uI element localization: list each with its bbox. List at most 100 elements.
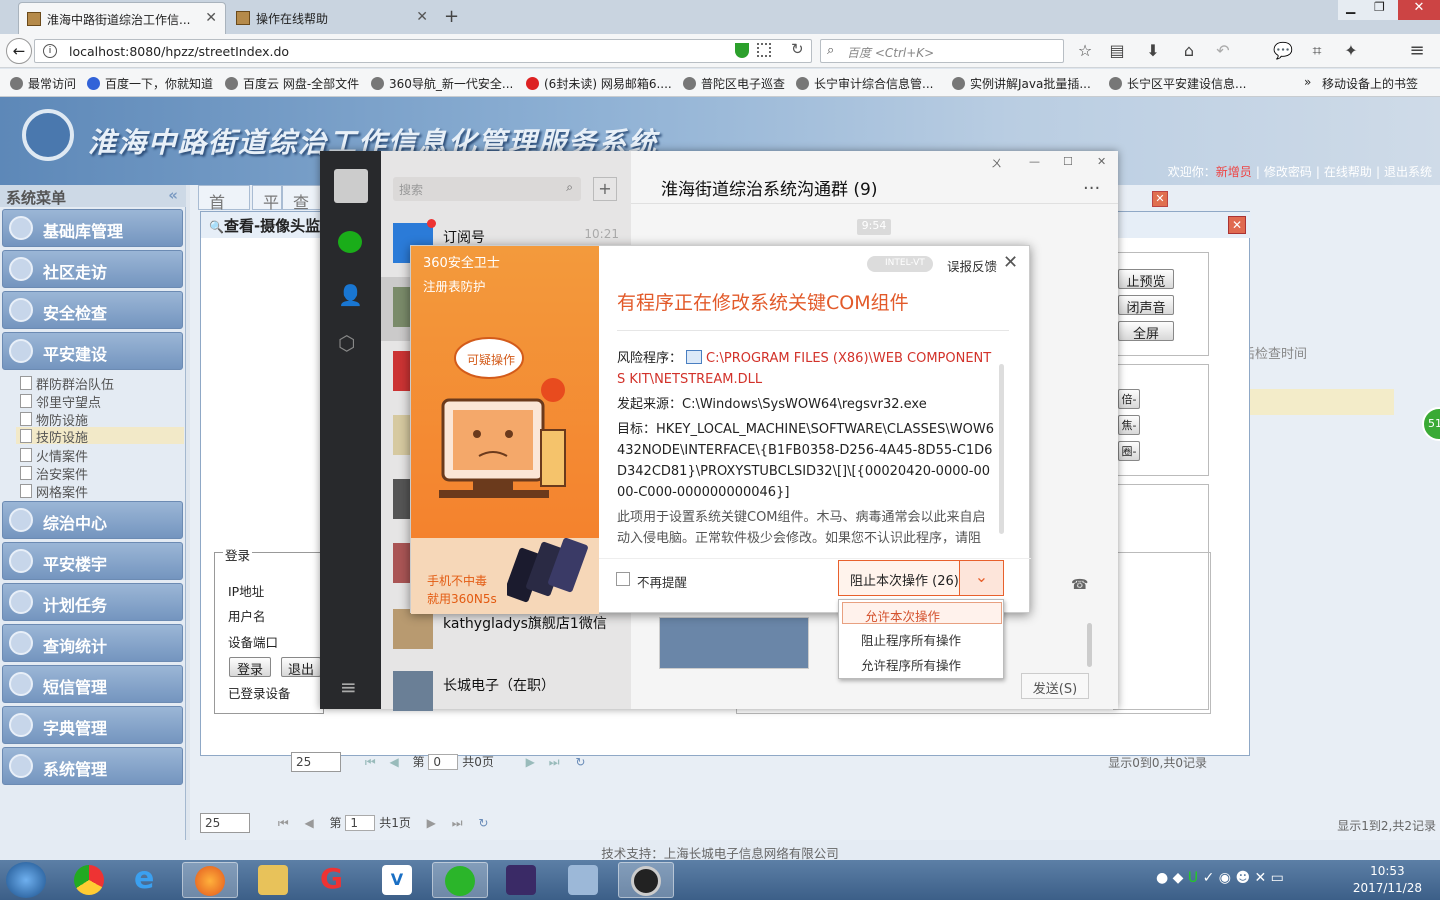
- wechat-search-input[interactable]: 搜索 ⌕: [393, 177, 581, 201]
- tab-home[interactable]: 首页: [198, 185, 250, 236]
- page-number-input[interactable]: 1: [345, 815, 376, 831]
- first-page-icon[interactable]: ⏮: [278, 816, 289, 830]
- more-icon[interactable]: ...: [1083, 173, 1100, 194]
- tab-peace[interactable]: 平: [252, 185, 282, 212]
- logout-link[interactable]: 退出系统: [1384, 165, 1432, 179]
- menu-safe-buildings[interactable]: 平安楼宇: [2, 542, 183, 580]
- menu-query-stats[interactable]: 查询统计: [2, 624, 183, 662]
- tab-online-help[interactable]: 操作在线帮助 ✕: [228, 2, 436, 34]
- taskbar-chrome[interactable]: [62, 862, 118, 898]
- download-icon[interactable]: ⬇: [1142, 40, 1164, 62]
- change-password-link[interactable]: 修改密码: [1264, 165, 1312, 179]
- menu-peace-building[interactable]: 平安建设: [2, 332, 183, 370]
- page-number-input[interactable]: 0: [428, 754, 459, 770]
- pin-icon[interactable]: ㄨ: [991, 155, 1002, 171]
- minimize-icon[interactable]: —: [1029, 155, 1040, 168]
- menu-item-allow-all[interactable]: 允许程序所有操作: [839, 652, 1005, 674]
- refresh-icon[interactable]: ↻: [478, 816, 488, 830]
- chat-icon[interactable]: [338, 231, 362, 253]
- favorites-icon[interactable]: ⬡: [338, 331, 355, 355]
- bookmark-item[interactable]: 长宁区平安建设信息...: [1109, 75, 1246, 92]
- add-chat-button[interactable]: +: [593, 177, 617, 201]
- mute-button[interactable]: 闭声音: [1118, 295, 1174, 316]
- taskbar-javaee-ide[interactable]: [494, 862, 550, 898]
- search-input[interactable]: ⌕ 百度 <Ctrl+K>: [820, 39, 1064, 63]
- screenshot-thumbnail[interactable]: [659, 617, 809, 669]
- bookmarks-overflow[interactable]: »: [1304, 75, 1311, 89]
- page-size-select[interactable]: 25: [291, 752, 341, 772]
- chat-item-greatwall[interactable]: 长城电子（在职）: [381, 661, 631, 725]
- submenu-item-selected[interactable]: 技防设施: [16, 427, 184, 446]
- fullscreen-button[interactable]: 全屏: [1118, 321, 1174, 342]
- bookmark-item[interactable]: 长宁审计综合信息管...: [796, 75, 933, 92]
- first-page-icon[interactable]: ⏮: [365, 755, 376, 769]
- prev-page-icon[interactable]: ◀: [389, 755, 398, 769]
- avatar[interactable]: [334, 169, 368, 203]
- iris-out-button[interactable]: 圈-: [1118, 441, 1140, 461]
- menu-system[interactable]: 系统管理: [2, 747, 183, 785]
- next-page-icon[interactable]: ▶: [427, 816, 436, 830]
- logout-button[interactable]: 退出: [281, 657, 321, 678]
- bookmark-item[interactable]: 实例讲解Java批量插...: [952, 75, 1091, 92]
- tray-icons[interactable]: ● ◆ U ✓ ◉ ☻ ✕ ▭: [1156, 870, 1284, 886]
- bookmark-item[interactable]: 360导航_新一代安全...: [371, 75, 513, 92]
- refresh-icon[interactable]: ↻: [575, 755, 585, 769]
- floating-badge[interactable]: 51: [1422, 407, 1440, 441]
- page-size-select[interactable]: 25: [200, 813, 250, 833]
- taskbar-ie[interactable]: e: [122, 862, 178, 898]
- next-page-icon[interactable]: ▶: [526, 755, 535, 769]
- menu-dictionary[interactable]: 字典管理: [2, 706, 183, 744]
- back-button[interactable]: ←: [6, 38, 32, 64]
- crop-icon[interactable]: ⌗: [1306, 40, 1328, 62]
- bookmark-item[interactable]: 最常访问: [10, 75, 76, 92]
- info-icon[interactable]: i: [43, 44, 57, 58]
- taskbar-camera[interactable]: [618, 862, 674, 898]
- focus-out-button[interactable]: 焦-: [1118, 415, 1140, 435]
- menu-comprehensive-center[interactable]: 综治中心: [2, 501, 183, 539]
- home-icon[interactable]: ⌂: [1178, 40, 1200, 62]
- submenu-item[interactable]: 治安案件: [20, 464, 88, 483]
- menu-icon[interactable]: ≡: [1406, 40, 1428, 62]
- restore-icon[interactable]: ❐: [1374, 0, 1385, 14]
- false-positive-feedback-link[interactable]: 误报反馈: [947, 256, 997, 275]
- qrcode-icon[interactable]: [757, 43, 771, 57]
- menu-basic-library[interactable]: 基础库管理: [2, 209, 183, 247]
- submenu-item[interactable]: 群防群治队伍: [20, 374, 114, 393]
- reload-icon[interactable]: ↻: [791, 40, 804, 58]
- url-bar[interactable]: i localhost:8080/hpzz/streetIndex.do ↻: [34, 39, 812, 63]
- menu-item-block-all[interactable]: 阻止程序所有操作: [839, 627, 1005, 649]
- minimize-icon[interactable]: ▁: [1346, 0, 1355, 14]
- start-button[interactable]: [6, 862, 46, 898]
- bookmark-item[interactable]: 普陀区电子巡查: [683, 75, 785, 92]
- close-icon[interactable]: ✕: [1097, 155, 1106, 168]
- login-button[interactable]: 登录: [229, 657, 271, 678]
- close-tab-icon[interactable]: ✕: [1152, 191, 1168, 207]
- system-clock[interactable]: 10:53 2017/11/28: [1353, 863, 1422, 897]
- online-help-link[interactable]: 在线帮助: [1324, 165, 1372, 179]
- taskbar-app-g[interactable]: G: [308, 862, 364, 898]
- no-remind-checkbox[interactable]: [616, 572, 630, 586]
- chat-icon[interactable]: 💬: [1272, 40, 1294, 62]
- tab-close-icon[interactable]: ✕: [205, 10, 217, 26]
- last-page-icon[interactable]: ⏭: [549, 755, 560, 769]
- tab-view[interactable]: 查: [282, 185, 322, 212]
- taskbar-remote[interactable]: [556, 862, 612, 898]
- tab-close-icon[interactable]: ✕: [416, 9, 428, 25]
- close-popup-icon[interactable]: ✕: [1003, 252, 1018, 273]
- taskbar-wechat[interactable]: [432, 862, 488, 898]
- menu-community-visit[interactable]: 社区走访: [2, 250, 183, 288]
- new-tab-button[interactable]: +: [444, 6, 459, 27]
- last-page-icon[interactable]: ⏭: [452, 816, 463, 830]
- taskbar-firefox[interactable]: [182, 862, 238, 898]
- submenu-item[interactable]: 邻里守望点: [20, 392, 101, 411]
- maximize-icon[interactable]: ☐: [1063, 155, 1073, 168]
- chevron-down-icon[interactable]: ⌄: [959, 560, 1004, 596]
- submenu-item[interactable]: 网格案件: [20, 482, 88, 501]
- menu-safety-check[interactable]: 安全检查: [2, 291, 183, 329]
- send-button[interactable]: 发送(S): [1021, 673, 1089, 699]
- extension-icon[interactable]: ✦: [1340, 40, 1362, 62]
- reading-list-icon[interactable]: ▤: [1106, 40, 1128, 62]
- close-dialog-icon[interactable]: ✕: [1228, 216, 1246, 234]
- details-scrollbar[interactable]: [999, 364, 1004, 534]
- bookmark-item[interactable]: 百度一下，你就知道: [87, 75, 213, 92]
